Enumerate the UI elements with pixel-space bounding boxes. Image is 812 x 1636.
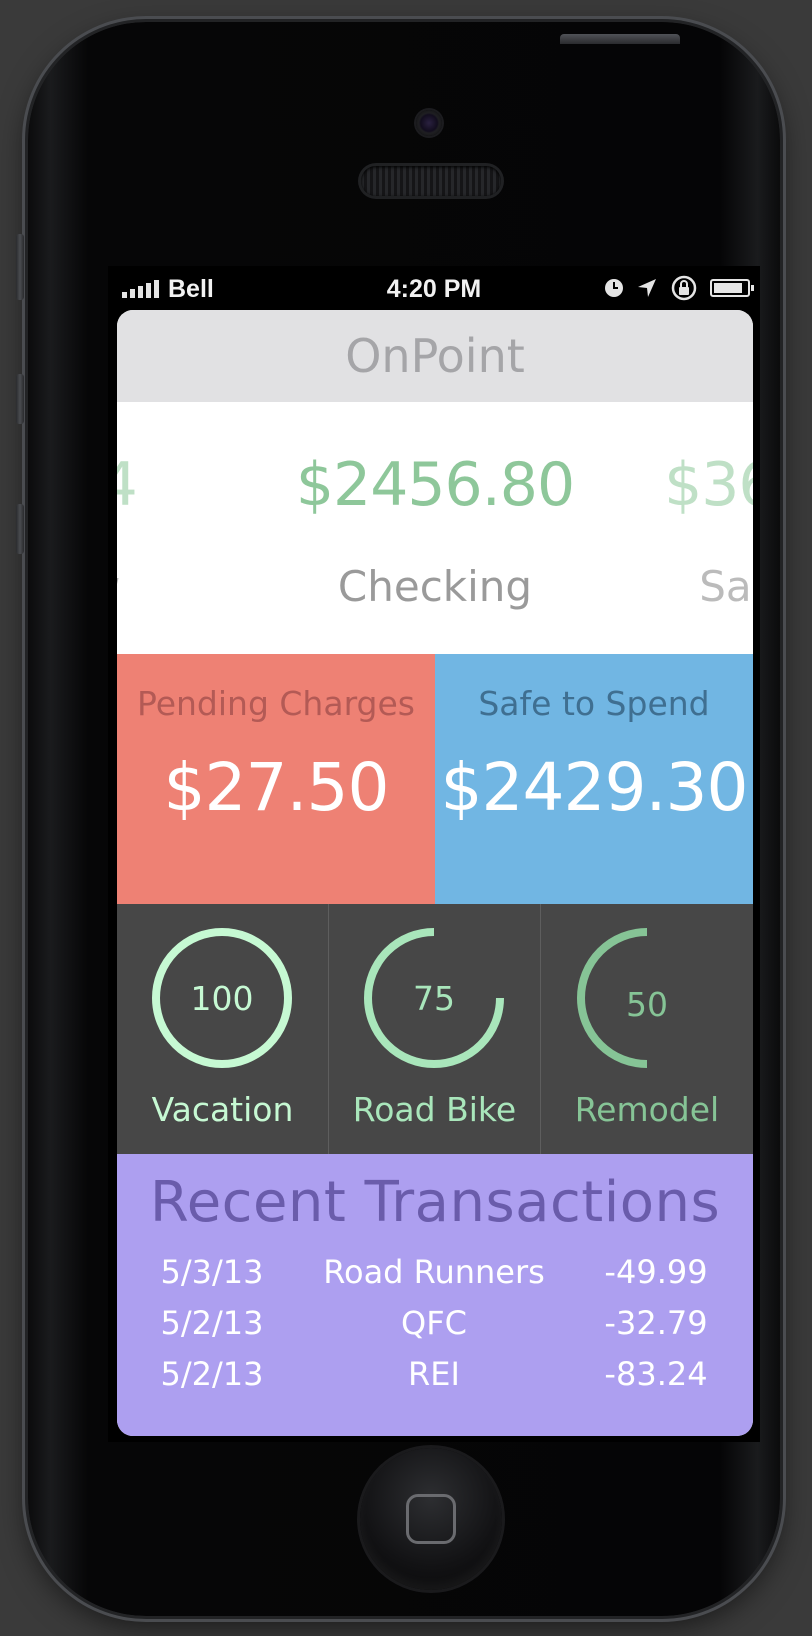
summary-tiles: Pending Charges $27.50 Safe to Spend $24… xyxy=(117,654,753,904)
pending-charges-value: $27.50 xyxy=(163,749,390,826)
phone-frame: Bell 4:20 PM OnPoint 4 $2456.80 Checking… xyxy=(16,22,780,1616)
transaction-amount: -32.79 xyxy=(604,1304,708,1342)
volume-up-button xyxy=(16,374,24,424)
account-card-savings[interactable]: $3647 Savin xyxy=(597,450,753,611)
earpiece-speaker xyxy=(361,166,501,196)
goal-progress-ring: 50 xyxy=(577,928,668,1068)
app-title: OnPoint xyxy=(117,310,753,402)
account-balance: $2456.80 xyxy=(295,450,575,520)
goal-road-bike[interactable]: 75 Road Bike xyxy=(329,904,541,1154)
account-balance: $3647 xyxy=(664,450,753,520)
account-card-overview[interactable]: 4.34 view xyxy=(117,450,217,611)
location-arrow-icon xyxy=(638,279,656,297)
pending-charges-tile[interactable]: Pending Charges $27.50 xyxy=(117,654,435,904)
goal-name: Remodel xyxy=(574,1090,720,1129)
safe-to-spend-value: $2429.30 xyxy=(440,749,749,826)
savings-goals: 100 Vacation 75 Road Bike 50 Remodel xyxy=(117,904,753,1154)
transaction-date: 5/2/13 xyxy=(160,1304,264,1342)
account-name: view xyxy=(117,562,217,611)
transaction-row[interactable]: 5/2/13 REI -83.24 xyxy=(117,1355,753,1406)
screen: Bell 4:20 PM OnPoint 4 $2456.80 Checking… xyxy=(108,266,760,1442)
goal-value: 100 xyxy=(191,979,254,1018)
goal-value: 75 xyxy=(413,979,455,1018)
pending-charges-label: Pending Charges xyxy=(136,684,416,723)
recent-transactions: Recent Transactions 5/3/13 Road Runners … xyxy=(117,1154,753,1436)
clock-icon xyxy=(605,279,623,297)
account-name: Checking xyxy=(337,562,533,611)
home-square-icon xyxy=(406,1494,456,1544)
onpoint-app: OnPoint 4.34 view $2456.80 Checking $364… xyxy=(117,310,753,1436)
transaction-date: 5/2/13 xyxy=(160,1355,264,1393)
safe-to-spend-label: Safe to Spend xyxy=(478,684,710,723)
transaction-row[interactable]: 5/3/13 Road Runners -49.99 xyxy=(117,1253,753,1304)
transaction-merchant: REI xyxy=(408,1355,460,1393)
power-button xyxy=(560,34,680,44)
transaction-amount: -49.99 xyxy=(604,1253,708,1291)
safe-to-spend-tile[interactable]: Safe to Spend $2429.30 xyxy=(435,654,753,904)
recent-transactions-title: Recent Transactions xyxy=(149,1170,721,1235)
account-card-checking[interactable]: $2456.80 Checking xyxy=(285,450,585,611)
goal-progress-ring: 100 xyxy=(152,928,293,1069)
transaction-merchant: QFC xyxy=(401,1304,467,1342)
volume-down-button xyxy=(16,504,24,554)
home-button[interactable] xyxy=(360,1448,502,1590)
goal-name: Road Bike xyxy=(352,1090,517,1129)
transaction-row[interactable]: 5/2/13 QFC -32.79 xyxy=(117,1304,753,1355)
goal-vacation[interactable]: 100 Vacation xyxy=(117,904,329,1154)
transaction-date: 5/3/13 xyxy=(160,1253,264,1291)
account-name: Savin xyxy=(699,562,753,611)
rotation-lock-icon xyxy=(671,275,697,301)
goal-name: Vacation xyxy=(151,1090,294,1129)
front-camera xyxy=(416,110,442,136)
goal-value: 50 xyxy=(626,985,668,1024)
transaction-merchant: Road Runners xyxy=(323,1253,545,1291)
account-balance: 4.34 xyxy=(117,450,138,520)
goal-remodel[interactable]: 50 Remodel xyxy=(541,904,753,1154)
status-bar: Bell 4:20 PM xyxy=(108,266,760,310)
mute-switch xyxy=(16,234,24,300)
transaction-amount: -83.24 xyxy=(604,1355,708,1393)
account-carousel[interactable]: 4.34 view $2456.80 Checking $3647 Savin xyxy=(117,402,753,654)
battery-icon xyxy=(710,279,754,297)
goal-progress-ring: 75 xyxy=(364,928,505,1068)
